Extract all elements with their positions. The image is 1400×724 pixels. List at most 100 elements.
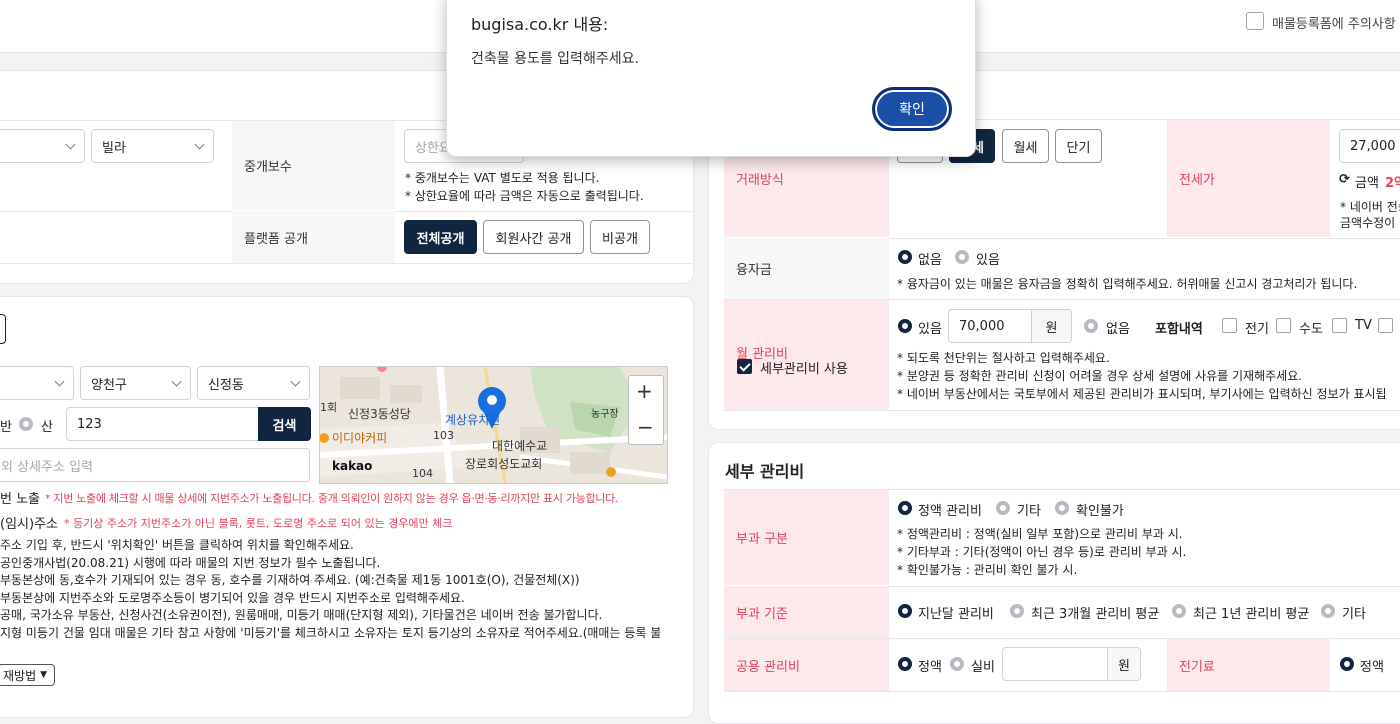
common-fixed-label: 정액: [918, 660, 942, 675]
detail-address-input[interactable]: 외 상세주소 입력: [0, 448, 310, 482]
map-zoom-in-button[interactable]: +: [636, 379, 653, 403]
include-tv-checkbox[interactable]: [1332, 318, 1347, 333]
basis-etc-radio[interactable]: [1321, 604, 1335, 618]
building-type-select[interactable]: 빌라: [91, 129, 214, 163]
deal-type-monthly-button[interactable]: 월세: [1002, 129, 1049, 163]
lot-type-san-label: 산: [41, 420, 53, 435]
map-label-1: 1회: [320, 401, 338, 414]
mgmt-label-cell: 월 관리비: [724, 300, 889, 410]
charge-unknown-radio[interactable]: [1055, 501, 1069, 515]
platform-private-button[interactable]: 비공개: [590, 220, 650, 254]
charge-note-3: * 확인불가능 : 관리비 확인 불가 시.: [897, 563, 1078, 577]
include-water-label: 수도: [1299, 322, 1323, 337]
building-type-value: 빌라: [102, 140, 126, 156]
basis-1year-radio[interactable]: [1172, 604, 1186, 618]
kakao-logo: kakao: [332, 459, 373, 473]
common-amount-input[interactable]: [1002, 647, 1108, 681]
common-label: 공용 관리비: [724, 639, 889, 691]
caution-checkbox-label: 매물등록폼에 주의사항: [1272, 17, 1396, 32]
address-note-3: 부동본상에 동,호수가 기재되어 있는 경우 동, 호수를 기재하여 주세요. …: [0, 573, 580, 587]
temp-address-note: * 등기상 주소가 지번주소가 아닌 블록, 롯트, 도로명 주소로 되어 있는…: [64, 517, 453, 530]
lot-type-ban-label: 반: [0, 420, 12, 435]
include-more-checkbox[interactable]: [1378, 318, 1393, 333]
elec-fixed-radio[interactable]: [1340, 657, 1354, 671]
charge-etc-radio[interactable]: [996, 501, 1010, 515]
loan-none-label: 없음: [918, 253, 942, 268]
location-map[interactable]: 신정3동성당 이디야커피 계상유치원 대한예수교 장로회성도교회 농구장 1회 …: [319, 366, 668, 484]
charge-fixed-radio[interactable]: [898, 501, 912, 515]
charge-etc-label: 기타: [1017, 504, 1041, 519]
mgmt-detail-checkbox[interactable]: [737, 359, 752, 374]
detail-mgmt-title: 세부 관리비: [725, 462, 805, 481]
price-label: 전세가: [1167, 120, 1330, 237]
loan-none-radio[interactable]: [898, 250, 912, 264]
price-note-1: * 네이버 전송: [1340, 200, 1400, 214]
loan-label: 융자금: [724, 238, 889, 299]
caution-checkbox[interactable]: [1246, 12, 1264, 30]
loan-note: * 융자금이 있는 매물은 융자금을 정확히 입력해주세요. 허위매물 신고시 …: [897, 277, 1358, 291]
price-note-2: 금액수정이: [1340, 216, 1396, 230]
charge-note-2: * 기타부과 : 기타(정액이 아닌 경우 등)로 관리비 부과 시.: [897, 545, 1187, 559]
mgmt-yes-label: 있음: [918, 322, 942, 337]
method-dropdown-button[interactable]: 재방법 ▼: [0, 664, 55, 686]
lot-expose-note: * 지번 노출에 체크할 시 매물 상세에 지번주소가 노출됩니다. 중개 의뢰…: [45, 492, 619, 505]
loan-yes-label: 있음: [976, 253, 1000, 268]
type-select-left[interactable]: [0, 129, 85, 163]
fee-note-1: * 중개보수는 VAT 별도로 적용 됩니다.: [405, 171, 600, 185]
mgmt-note-2: * 분양권 등 정확한 관리비 신청이 어려울 경우 상세 설명에 사유를 기재…: [897, 369, 1303, 383]
loan-yes-radio[interactable]: [955, 250, 969, 264]
deal-type-short-button[interactable]: 단기: [1055, 129, 1102, 163]
basis-1year-label: 최근 1년 관리비 평균: [1193, 607, 1310, 622]
charge-type-label: 부과 구분: [724, 490, 889, 585]
mgmt-yes-radio[interactable]: [898, 319, 912, 333]
include-label: 포함내역: [1155, 322, 1203, 337]
address-note-1: 주소 기입 후, 반드시 '위치확인' 버튼을 클릭하여 위치를 확인해주세요.: [0, 538, 354, 552]
dialog-ok-button[interactable]: 확인: [872, 87, 952, 131]
map-label-cafe: 이디야커피: [332, 431, 388, 445]
refresh-icon: ⟳: [1339, 172, 1350, 187]
district-select[interactable]: 양천구: [80, 366, 191, 400]
city-select[interactable]: [0, 366, 74, 400]
basis-last-month-radio[interactable]: [898, 604, 912, 618]
platform-label: 플랫폼 공개: [232, 211, 395, 263]
price-input[interactable]: 27,000: [1339, 129, 1400, 163]
address-note-5: 공매, 국가소유 부동산, 신청사건(소유권이전), 원룸매매, 미등기 매매(…: [0, 608, 603, 622]
address-search-button[interactable]: 검색: [258, 407, 311, 441]
common-fixed-radio[interactable]: [898, 657, 912, 671]
common-actual-radio[interactable]: [950, 657, 964, 671]
include-tv-label: TV: [1355, 318, 1372, 333]
address-card: [0, 296, 694, 718]
common-actual-label: 실비: [971, 660, 995, 675]
address-note-6: 지형 미등기 건물 임대 매물은 기타 참고 사항에 '미등기'를 체크하시고 …: [0, 626, 662, 640]
temp-address-label: (임시)주소: [0, 517, 58, 532]
include-water-checkbox[interactable]: [1276, 318, 1291, 333]
lot-type-san-radio[interactable]: [19, 417, 33, 431]
basis-3month-radio[interactable]: [1010, 604, 1024, 618]
basis-label: 부과 기준: [724, 586, 889, 638]
platform-public-button[interactable]: 전체공개: [404, 220, 477, 254]
map-label-104: 104: [412, 467, 433, 480]
chevron-down-icon: ▼: [40, 670, 48, 680]
mgmt-unit: 원: [1031, 309, 1072, 343]
platform-members-button[interactable]: 회원사간 공개: [483, 220, 584, 254]
map-label-church: 신정3동성당: [348, 407, 411, 421]
mgmt-detail-checkbox-label: 세부관리비 사용: [760, 362, 848, 377]
elec-label: 전기료: [1167, 639, 1330, 691]
lot-number-input[interactable]: 123: [66, 407, 260, 441]
common-unit: 원: [1107, 647, 1141, 681]
fee-label: 중개보수: [232, 121, 395, 210]
lot-expose-label: 번 노출: [0, 492, 41, 507]
mgmt-none-radio[interactable]: [1084, 319, 1098, 333]
basis-etc-label: 기타: [1342, 607, 1366, 622]
address-note-2: 공인중개사법(20.08.21) 시행에 따라 매물의 지번 정보가 필수 노출…: [0, 556, 381, 570]
map-zoom-out-button[interactable]: −: [637, 415, 654, 439]
map-label-kindergarten: 계상유치원: [445, 413, 501, 427]
basis-last-month-label: 지난달 관리비: [918, 607, 994, 622]
mgmt-note-3: * 네이버 부동산에서는 국토부에서 제공된 관리비가 표시되며, 부기사에는 …: [897, 387, 1387, 401]
include-elec-checkbox[interactable]: [1222, 318, 1237, 333]
map-label-korea-church: 대한예수교: [492, 439, 548, 453]
address-tab-edge[interactable]: [0, 314, 6, 344]
mgmt-amount-input[interactable]: 70,000: [948, 309, 1032, 343]
mgmt-note-1: * 되도록 천단위는 절사하고 입력해주세요.: [897, 351, 1110, 365]
dong-select[interactable]: 신정동: [197, 366, 310, 400]
